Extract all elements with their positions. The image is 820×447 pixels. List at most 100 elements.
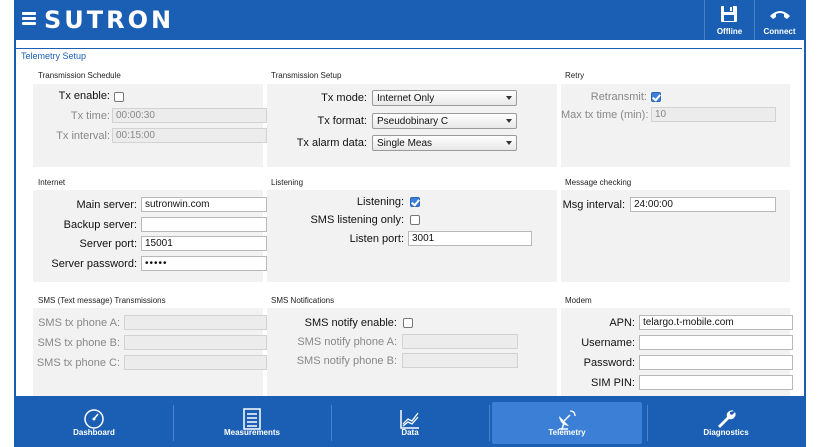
- listening-title: Listening: [271, 178, 304, 187]
- sms-notify-phone-b-label: SMS notify phone B:: [296, 355, 397, 367]
- tx-enable-label: Tx enable:: [58, 90, 110, 102]
- connect-button[interactable]: Connect: [754, 0, 804, 40]
- sms-notifications-panel: SMS notify enable: SMS notify phone A: S…: [267, 308, 557, 396]
- tx-format-select[interactable]: Pseudobinary C: [372, 113, 517, 129]
- msg-interval-label: Msg interval:: [562, 199, 625, 211]
- offline-label: Offline: [716, 27, 743, 36]
- listen-port-input[interactable]: 3001: [408, 231, 532, 246]
- chevron-down-icon: [506, 96, 512, 100]
- password-input[interactable]: [639, 355, 793, 370]
- tx-format-label: Tx format:: [317, 115, 367, 127]
- chart-icon: [400, 410, 419, 429]
- sms-tx-phone-a-label: SMS tx phone A:: [38, 317, 120, 329]
- satellite-dish-icon: [559, 410, 576, 430]
- nav-divider: [173, 405, 174, 441]
- listen-port-label: Listen port:: [349, 233, 404, 245]
- modem-title: Modem: [565, 296, 592, 305]
- brand-logo: SUTRON: [44, 6, 175, 34]
- retransmit-checkbox[interactable]: [651, 92, 661, 102]
- tx-mode-select[interactable]: Internet Only: [372, 90, 517, 106]
- tx-time-input[interactable]: 00:00:30: [112, 108, 267, 123]
- sim-pin-input[interactable]: [639, 375, 793, 390]
- modem-panel: APN: telargo.t-mobile.com Username: Pass…: [561, 308, 793, 396]
- sms-tx-phone-c-input[interactable]: [124, 355, 267, 370]
- tx-alarm-select[interactable]: Single Meas: [372, 135, 517, 151]
- listening-label: Listening:: [356, 196, 404, 208]
- nav-data-label: Data: [401, 428, 419, 437]
- nav-diagnostics-label: Diagnostics: [703, 428, 749, 437]
- message-checking-title: Message checking: [565, 178, 632, 187]
- backup-server-label: Backup server:: [63, 219, 137, 231]
- max-tx-time-label: Max tx time (min):: [561, 109, 649, 121]
- nav-dashboard-label: Dashboard: [73, 428, 115, 437]
- sms-notifications-title: SMS Notifications: [271, 296, 335, 305]
- tx-time-label: Tx time:: [70, 110, 110, 122]
- username-label: Username:: [581, 337, 635, 349]
- chevron-down-icon: [506, 119, 512, 123]
- sms-tx-phone-a-input[interactable]: [124, 315, 267, 330]
- server-password-label: Server password:: [51, 258, 137, 270]
- tx-mode-value: Internet Only: [377, 93, 435, 104]
- transmission-schedule-panel: Tx enable: Tx time: 00:00:30 Tx interval…: [33, 84, 267, 167]
- main-content: Telemetry Setup Transmission Schedule Tx…: [16, 40, 804, 396]
- sms-listening-only-label: SMS listening only:: [310, 214, 404, 226]
- tx-mode-label: Tx mode:: [321, 92, 367, 104]
- listening-panel: Listening: SMS listening only: Listen po…: [267, 190, 557, 282]
- sms-notify-phone-b-input[interactable]: [402, 353, 518, 368]
- nav-divider: [489, 405, 490, 441]
- retry-title: Retry: [565, 71, 585, 80]
- phone-icon: [770, 11, 790, 19]
- offline-button[interactable]: Offline: [704, 0, 754, 40]
- page-title: Telemetry Setup: [21, 51, 87, 61]
- main-server-input[interactable]: sutronwin.com: [141, 197, 267, 212]
- connect-label: Connect: [763, 27, 796, 36]
- tx-alarm-value: Single Meas: [377, 138, 433, 149]
- sms-tx-phone-b-input[interactable]: [124, 335, 267, 350]
- app-frame: SUTRON Offline Connect Telemetry Setup T…: [14, 0, 806, 447]
- nav-divider: [331, 405, 332, 441]
- msg-interval-input[interactable]: 24:00:00: [630, 197, 776, 212]
- nav-measurements[interactable]: Measurements: [176, 402, 328, 444]
- internet-panel: Main server: sutronwin.com Backup server…: [33, 190, 267, 282]
- header-bar: SUTRON Offline Connect: [14, 0, 806, 40]
- server-port-input[interactable]: 15001: [141, 236, 267, 251]
- tx-interval-label: Tx interval:: [56, 130, 110, 142]
- server-port-label: Server port:: [79, 238, 137, 250]
- tx-alarm-label: Tx alarm data:: [296, 137, 367, 149]
- retransmit-label: Retransmit:: [590, 91, 647, 103]
- max-tx-time-input[interactable]: 10: [651, 107, 776, 122]
- tx-interval-input[interactable]: 00:15:00: [112, 128, 267, 143]
- sms-tx-phone-b-label: SMS tx phone B:: [37, 337, 120, 349]
- list-icon: [243, 408, 261, 430]
- apn-input[interactable]: telargo.t-mobile.com: [639, 315, 793, 330]
- transmission-setup-panel: Tx mode: Internet Only Tx format: Pseudo…: [267, 84, 557, 167]
- tx-enable-checkbox[interactable]: [114, 92, 124, 102]
- listening-checkbox[interactable]: [410, 197, 420, 207]
- gauge-icon: [84, 409, 104, 429]
- server-password-input[interactable]: •••••: [141, 256, 267, 271]
- username-input[interactable]: [639, 335, 793, 350]
- bottom-nav: Dashboard Measurements Data Telemetry Di…: [14, 399, 806, 447]
- sms-notify-phone-a-input[interactable]: [402, 334, 518, 349]
- sim-pin-label: SIM PIN:: [590, 377, 635, 389]
- nav-diagnostics[interactable]: Diagnostics: [650, 402, 802, 444]
- tx-format-value: Pseudobinary C: [377, 116, 449, 127]
- apn-label: APN:: [609, 317, 635, 329]
- menu-icon[interactable]: [22, 12, 36, 26]
- sms-listening-only-checkbox[interactable]: [410, 215, 420, 225]
- sms-notify-phone-a-label: SMS notify phone A:: [297, 336, 397, 348]
- message-checking-panel: Msg interval: 24:00:00: [561, 190, 790, 282]
- nav-divider: [647, 405, 648, 441]
- nav-dashboard[interactable]: Dashboard: [18, 402, 170, 444]
- password-label: Password:: [583, 357, 635, 369]
- main-server-label: Main server:: [76, 199, 137, 211]
- internet-title: Internet: [38, 178, 66, 187]
- wrench-icon: [718, 410, 736, 428]
- sms-notify-enable-checkbox[interactable]: [403, 318, 413, 328]
- sms-tx-title: SMS (Text message) Transmissions: [38, 296, 166, 305]
- retry-panel: Retransmit: Max tx time (min): 10: [561, 84, 790, 167]
- backup-server-input[interactable]: [141, 217, 267, 232]
- nav-telemetry[interactable]: Telemetry: [492, 402, 642, 444]
- title-divider: [16, 48, 802, 49]
- nav-data[interactable]: Data: [334, 402, 486, 444]
